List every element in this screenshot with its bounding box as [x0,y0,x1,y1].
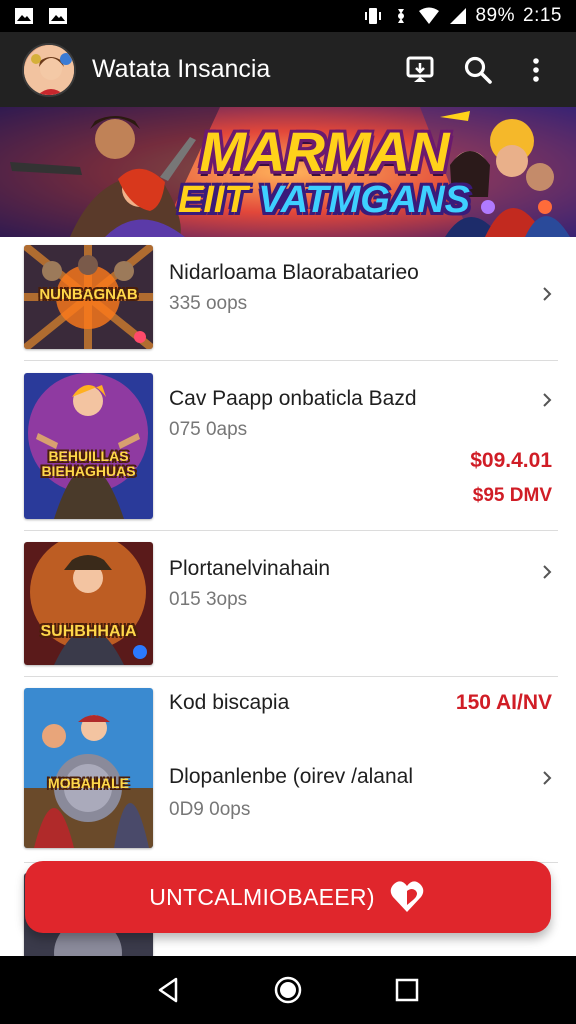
data-icon [398,9,405,23]
item-subtitle: 015 3ops [169,589,248,610]
item-title-secondary: Dlopanlenbe (oirev /alanal [169,765,413,788]
item-title: Cav Paapp onbaticla Bazd [169,387,417,410]
game-thumbnail: MOBAHALE [24,688,153,848]
clock: 2:15 [523,5,562,26]
item-subtitle: 335 oops [169,293,248,314]
list-item[interactable]: MOBAHALE Kod biscapia 150 AI/NV Dlopanle… [0,677,576,863]
more-vert-icon [533,57,539,82]
avatar[interactable] [22,42,76,97]
list-item[interactable]: SUHBHHAIA Plortanelvinahain 015 3ops [0,531,576,677]
list-item[interactable]: BEHUILLAS BIEHAGHUAS Cav Paapp onbaticla… [0,361,576,531]
game-thumbnail: SUHBHHAIA [24,542,153,665]
primary-action-label: UNTCALMIOBAEER) [149,883,375,910]
game-thumbnail: BEHUILLAS BIEHAGHUAS [24,373,153,519]
recents-icon [395,978,418,1002]
list-item[interactable]: NUNBAGNAB Nidarloama Blaorabatarieo 335 … [0,237,576,361]
item-price: $09.4.01 [470,449,552,472]
image-icon [15,8,33,24]
thumbnail-title: NUNBAGNAB [39,286,138,303]
chevron-right-icon [543,393,552,407]
primary-action-button[interactable]: UNTCALMIOBAEER) [25,861,551,933]
home-button[interactable] [264,966,312,1014]
navigation-bar [0,956,576,1024]
item-title: Plortanelvinahain [169,557,331,580]
back-icon [159,977,178,1003]
item-subtitle: 075 0aps [169,419,248,440]
chevron-right-icon [543,565,552,579]
item-subtitle: 0D9 0ops [169,799,251,820]
image-icon [49,8,67,24]
item-price-secondary: $95 DMV [472,485,552,506]
phone-screen: 89% 2:15 Watata Insancia MARMAN EIIT VAT… [0,0,576,1024]
back-button[interactable] [145,966,193,1014]
signal-icon [450,8,467,24]
banner-headline: MARMAN [199,120,449,183]
cast-button[interactable] [394,44,446,96]
chevron-right-icon [543,771,552,785]
item-price: 150 AI/NV [455,691,552,714]
cast-icon [406,56,434,82]
status-bar: 89% 2:15 [0,0,576,32]
chevron-right-icon [543,287,552,301]
app-bar: Watata Insancia [0,32,576,107]
item-title: Nidarloama Blaorabatarieo [169,261,419,284]
banner-subheadline: EIIT VATMGANS [177,179,471,221]
recents-button[interactable] [383,966,431,1014]
game-thumbnail: NUNBAGNAB [24,245,153,349]
search-button[interactable] [452,44,504,96]
thumbnail-title: MOBAHALE [48,775,129,791]
thumbnail-title: BEHUILLAS BIEHAGHUAS [41,448,136,479]
home-icon [274,976,302,1004]
thumbnail-title: SUHBHHAIA [40,623,137,640]
item-title: Kod biscapia [169,691,290,714]
vibrate-icon [365,8,382,24]
app-title: Watata Insancia [92,55,271,83]
search-icon [464,56,492,84]
more-options-button[interactable] [510,44,562,96]
promo-banner[interactable]: MARMAN EIIT VATMGANS [0,107,576,237]
heart-icon [390,881,424,912]
wifi-icon [419,7,440,24]
battery-percent: 89% [475,5,516,26]
